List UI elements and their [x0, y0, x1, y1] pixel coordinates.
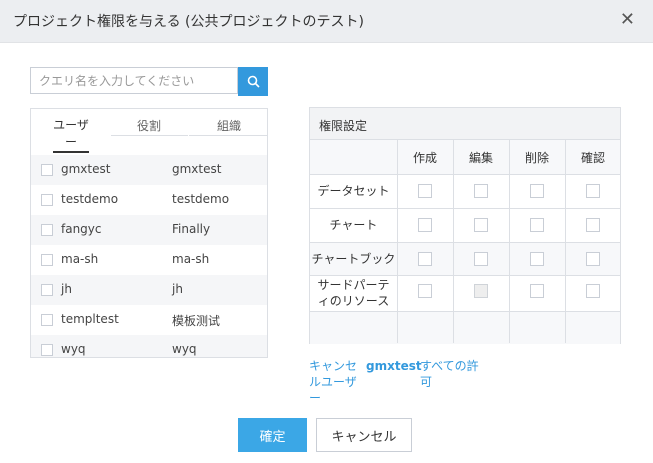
search-icon	[247, 75, 260, 88]
permission-checkbox[interactable]	[418, 251, 432, 266]
tab-users-label: ユーザー	[53, 117, 89, 153]
tab-divider	[111, 135, 188, 136]
user-id: fangyc	[61, 222, 102, 236]
user-row[interactable]: testdemo testdemo	[31, 185, 267, 215]
all-permissions-link[interactable]: すべての許可	[420, 358, 486, 390]
permission-row-label: チャート	[329, 218, 378, 232]
permission-checkbox	[474, 284, 488, 298]
tab-roles[interactable]: 役割	[119, 117, 179, 134]
permission-row-label: サードパーティのリソース	[317, 278, 390, 308]
user-checkbox[interactable]	[41, 254, 53, 266]
user-row[interactable]: ma-sh ma-sh	[31, 245, 267, 275]
user-name: testdemo	[172, 192, 230, 206]
permission-checkbox[interactable]	[474, 251, 488, 266]
tab-users[interactable]: ユーザー	[41, 117, 101, 153]
permission-header: 権限設定	[310, 108, 620, 140]
permission-checkbox[interactable]	[586, 251, 600, 266]
user-id: templtest	[61, 312, 119, 326]
permission-checkbox[interactable]	[418, 218, 432, 232]
principal-tabs: ユーザー 役割 組織	[31, 109, 267, 153]
cancel-user-link[interactable]: キャンセルユーザー	[309, 358, 361, 406]
tab-organizations[interactable]: 組織	[199, 117, 259, 134]
search-box	[30, 67, 268, 96]
permission-column-header: 編集	[468, 151, 493, 165]
permission-column-header: 作成	[412, 151, 437, 165]
permission-checkbox[interactable]	[586, 218, 600, 232]
user-checkbox[interactable]	[41, 194, 53, 206]
user-name: jh	[172, 282, 183, 296]
permission-checkbox[interactable]	[474, 218, 488, 232]
user-checkbox[interactable]	[41, 314, 53, 326]
selected-user-label: gmxtest	[366, 359, 422, 373]
permission-checkbox[interactable]	[586, 284, 600, 298]
permission-title: 権限設定	[319, 119, 368, 133]
permission-checkbox[interactable]	[530, 284, 544, 298]
user-name: 模板测试	[172, 314, 221, 328]
principal-list-panel: ユーザー 役割 組織 gmxtest gmxtest testdemo testdem…	[30, 108, 268, 358]
user-id: jh	[61, 282, 72, 296]
permission-column-header: 確認	[580, 151, 605, 165]
user-checkbox[interactable]	[41, 344, 53, 356]
permission-dialog: プロジェクト権限を与える (公共プロジェクトのテスト) ✕ ユーザー 役割 組織…	[0, 0, 653, 463]
confirm-button[interactable]: 確定	[238, 418, 307, 452]
user-row[interactable]: gmxtest gmxtest	[31, 155, 267, 185]
permission-row-label: チャートブック	[311, 252, 396, 266]
cancel-button[interactable]: キャンセル	[316, 418, 412, 452]
permission-row-label: データセット	[317, 184, 390, 198]
permission-column-header: 削除	[524, 151, 549, 165]
user-name: gmxtest	[172, 162, 222, 176]
user-id: gmxtest	[61, 162, 111, 176]
user-checkbox[interactable]	[41, 284, 53, 296]
user-row[interactable]: wyq wyq	[31, 335, 267, 357]
tab-divider	[189, 135, 267, 136]
close-icon[interactable]: ✕	[620, 9, 635, 30]
user-checkbox[interactable]	[41, 164, 53, 176]
user-checkbox[interactable]	[41, 224, 53, 236]
permission-checkbox[interactable]	[474, 184, 488, 198]
search-input[interactable]	[30, 67, 238, 94]
dialog-header: プロジェクト権限を与える (公共プロジェクトのテスト) ✕	[0, 0, 653, 43]
permission-checkbox[interactable]	[418, 284, 432, 298]
user-id: wyq	[61, 342, 86, 356]
permission-checkbox[interactable]	[418, 184, 432, 198]
permission-checkbox[interactable]	[530, 218, 544, 232]
user-id: testdemo	[61, 192, 119, 206]
dialog-title: プロジェクト権限を与える (公共プロジェクトのテスト)	[13, 14, 364, 30]
user-row[interactable]: jh jh	[31, 275, 267, 305]
permission-settings: 権限設定 作成 編集 削除 確認 データセット チャートチャートブックサードパーティのリ…	[309, 107, 621, 344]
search-button[interactable]	[238, 67, 268, 96]
user-name: ma-sh	[172, 252, 210, 266]
user-row[interactable]: templtest 模板测试	[31, 305, 267, 335]
user-id: ma-sh	[61, 252, 99, 266]
user-name: wyq	[172, 342, 197, 356]
permission-checkbox[interactable]	[530, 251, 544, 266]
user-name: Finally	[172, 222, 211, 236]
user-list: gmxtest gmxtest testdemo testdemo fangyc Fina…	[31, 155, 267, 357]
permission-checkbox[interactable]	[586, 184, 600, 198]
permission-checkbox[interactable]	[530, 184, 544, 198]
user-row[interactable]: fangyc Finally	[31, 215, 267, 245]
